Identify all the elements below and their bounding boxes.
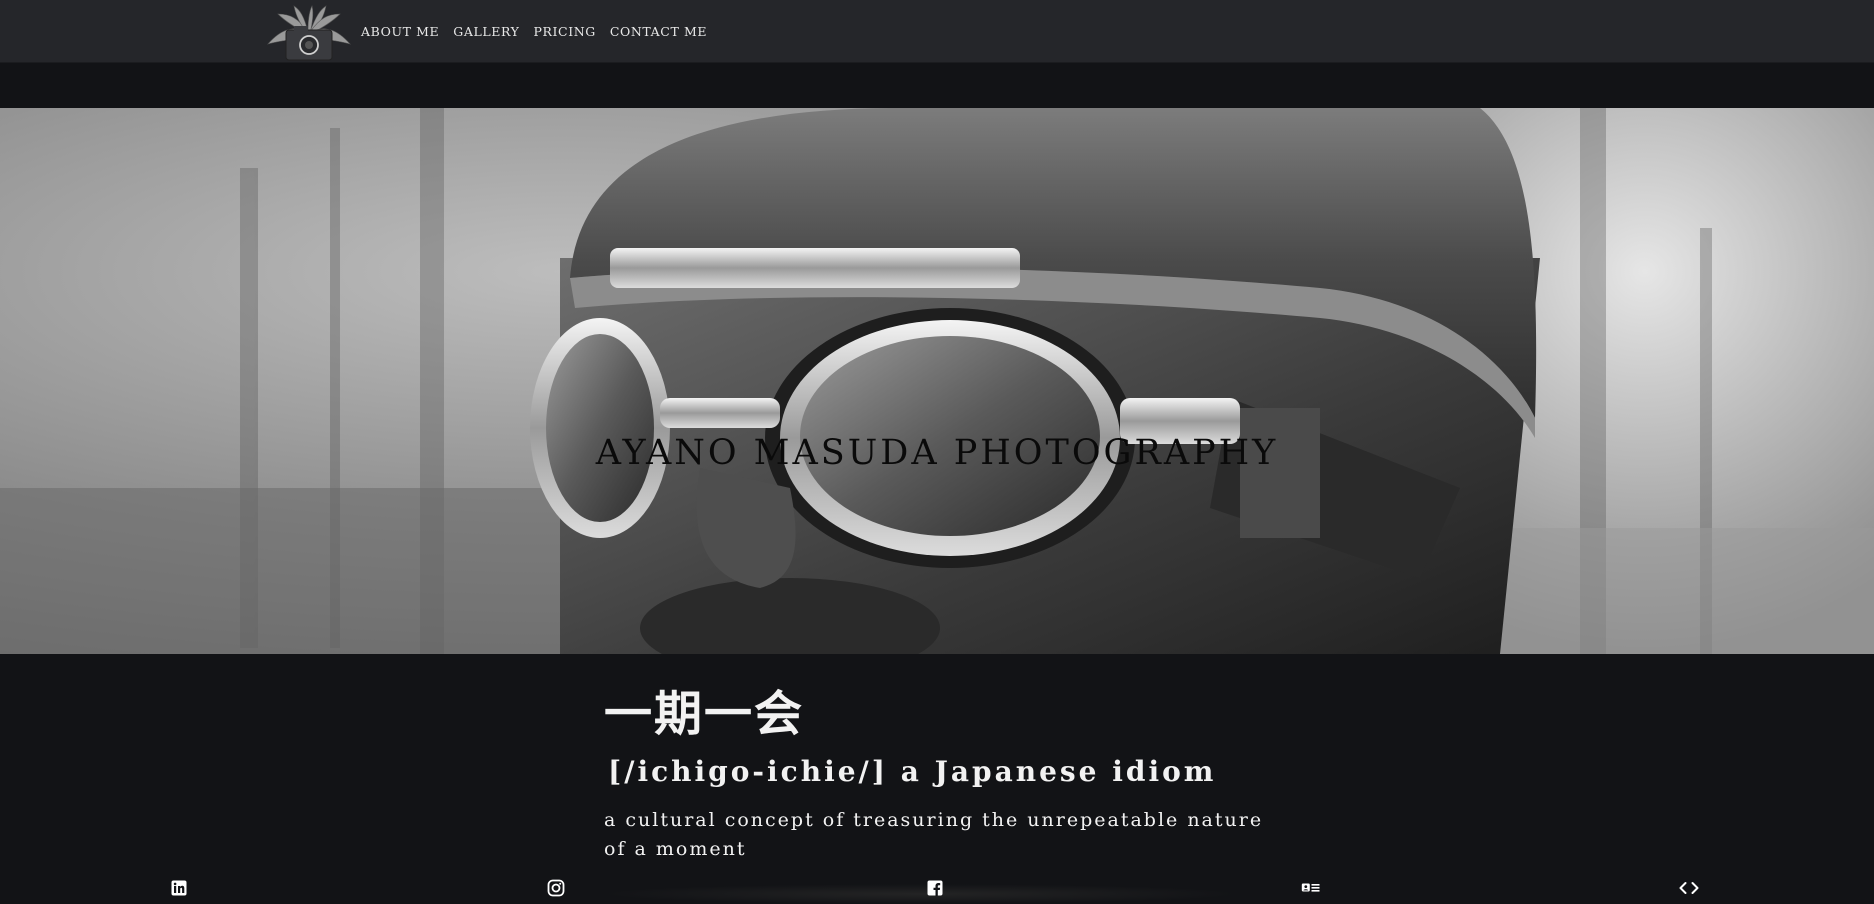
idiom-heading: 一期一会 [604, 686, 805, 742]
nav-pricing[interactable]: PRICING [533, 24, 595, 39]
nav-about-me[interactable]: ABOUT ME [361, 24, 439, 39]
hero-title: AYANO MASUDA PHOTOGRAPHY [595, 433, 1279, 473]
social-footer [0, 874, 1874, 904]
nav-gallery[interactable]: GALLERY [453, 24, 519, 39]
code-icon[interactable] [1679, 878, 1699, 898]
logo[interactable] [264, 4, 354, 62]
facebook-icon[interactable] [925, 878, 945, 898]
idiom-definition: a cultural concept of treasuring the unr… [604, 809, 1264, 860]
hero-banner: AYANO MASUDA PHOTOGRAPHY [0, 108, 1874, 654]
navbar: ABOUT ME GALLERY PRICING CONTACT ME [0, 0, 1874, 63]
linkedin-icon[interactable] [169, 878, 189, 898]
idiom-reading: [/ichigo-ichie/] a Japanese idiom [608, 755, 1217, 788]
intro-section: 一期一会 [/ichigo-ichie/] a Japanese idiom a… [604, 684, 1284, 864]
instagram-icon[interactable] [546, 878, 566, 898]
header-spacer [0, 64, 1874, 108]
nav-contact-me[interactable]: CONTACT ME [610, 24, 707, 39]
hero-photo [0, 108, 1874, 654]
resume-card-icon[interactable] [1301, 878, 1321, 898]
main-nav: ABOUT ME GALLERY PRICING CONTACT ME [361, 0, 721, 63]
